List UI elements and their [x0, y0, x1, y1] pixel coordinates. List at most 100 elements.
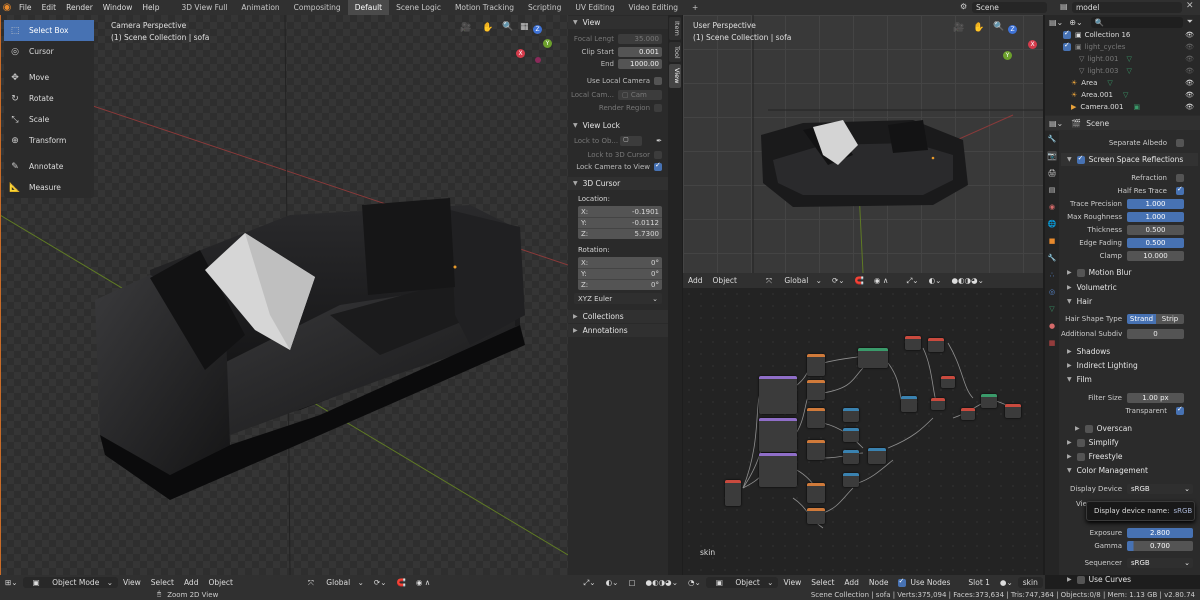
gizmo-toggle-icon[interactable]: ⤢⌄: [578, 578, 600, 588]
pivot-icon[interactable]: ⟳⌄: [827, 276, 850, 285]
gizmo-z-icon[interactable]: Z: [533, 25, 542, 34]
transparent-checkbox[interactable]: [1176, 405, 1184, 415]
annotations-header[interactable]: ▶ Annotations: [568, 324, 668, 337]
material-field[interactable]: skin: [1017, 577, 1043, 588]
use-local-camera-checkbox[interactable]: [654, 77, 662, 85]
snap-icon[interactable]: 🧲: [391, 578, 410, 587]
simplify-checkbox[interactable]: [1076, 438, 1085, 447]
rotation-x-field[interactable]: X: 0°: [578, 257, 662, 268]
outliner-item[interactable]: ▶ Camera.001 ▣ 👁: [1045, 101, 1200, 113]
film-header[interactable]: ▼ Film: [1061, 373, 1198, 386]
blender-logo-icon[interactable]: ◉: [0, 0, 14, 15]
tool-select-box[interactable]: ⬚ Select Box: [4, 20, 94, 41]
view-panel-header[interactable]: ▼ View: [568, 16, 668, 29]
indirect-lighting-header[interactable]: ▶ Indirect Lighting: [1061, 359, 1198, 372]
xray-icon[interactable]: ▢: [623, 578, 640, 587]
node-texture[interactable]: [759, 453, 797, 487]
pivot-icon[interactable]: ⟳⌄: [369, 578, 392, 587]
eye-icon[interactable]: 👁: [1185, 91, 1194, 99]
tool-cursor[interactable]: ◎ Cursor: [4, 41, 94, 62]
edge-fading-slider[interactable]: 0.500: [1127, 237, 1184, 248]
menu-object[interactable]: Object: [708, 276, 742, 285]
gizmo-x-icon[interactable]: X: [516, 49, 525, 58]
tool-scale[interactable]: ⤡ Scale: [4, 109, 94, 130]
outliner-search-input[interactable]: 🔍: [1090, 16, 1183, 28]
clip-end-field[interactable]: 1000.00: [618, 59, 662, 69]
slot-dropdown[interactable]: Slot 1: [963, 578, 995, 587]
funnel-filter-icon[interactable]: ⏷: [1187, 17, 1193, 27]
view-layer-selector[interactable]: model: [1072, 2, 1182, 13]
shading-modes-icon[interactable]: ●◐◑◕⌄: [946, 276, 988, 285]
freestyle-header[interactable]: ▶ Freestyle: [1061, 450, 1198, 463]
transform-orientation-dropdown[interactable]: ⤧ Global ⌄: [756, 276, 827, 286]
tool-transform[interactable]: ⊕ Transform: [4, 130, 94, 151]
menu-node[interactable]: Node: [864, 578, 894, 587]
tool-rotate[interactable]: ↻ Rotate: [4, 88, 94, 109]
transform-orientation-dropdown[interactable]: ⤧ Global ⌄: [298, 578, 369, 588]
node-mapping[interactable]: [807, 508, 825, 524]
rotation-y-field[interactable]: Y: 0°: [578, 268, 662, 279]
gizmo-x-icon[interactable]: X: [1028, 40, 1037, 49]
node-math[interactable]: [843, 473, 859, 487]
node-mix[interactable]: [941, 376, 955, 388]
menu-help[interactable]: Help: [137, 0, 164, 15]
3d-cursor-header[interactable]: ▼ 3D Cursor: [568, 177, 668, 190]
thickness-field[interactable]: 0.500: [1127, 224, 1184, 235]
node-math[interactable]: [843, 450, 859, 464]
tab-item[interactable]: Item: [669, 17, 681, 40]
editor-type-icon[interactable]: ⊞⌄: [0, 578, 23, 587]
motion-blur-header[interactable]: ▶ Motion Blur: [1061, 266, 1198, 279]
render-region-checkbox[interactable]: [654, 104, 662, 112]
workspace-tab[interactable]: Animation: [234, 0, 286, 15]
world-icon[interactable]: 🌐: [1047, 219, 1057, 229]
outliner-item[interactable]: ☀ Area ▽ 👁: [1045, 77, 1200, 89]
include-checkbox[interactable]: [1063, 29, 1071, 39]
tool-settings-icon[interactable]: 🔧: [1047, 134, 1057, 144]
location-x-field[interactable]: X: -0.1901: [578, 206, 662, 217]
workspace-tab[interactable]: Video Editing: [622, 0, 686, 15]
shadows-header[interactable]: ▶ Shadows: [1061, 345, 1198, 358]
gizmo-z-icon[interactable]: Z: [1008, 25, 1017, 34]
exposure-slider[interactable]: 2.800: [1127, 527, 1193, 538]
display-mode-icon[interactable]: ▤⌄: [1049, 18, 1063, 27]
outliner-item[interactable]: ▣light_cycles👁: [1045, 41, 1200, 53]
node-math[interactable]: [901, 396, 917, 412]
eye-icon[interactable]: 👁: [1185, 103, 1194, 111]
shading-modes-icon[interactable]: ●◐◑◕⌄: [641, 578, 683, 587]
menu-render[interactable]: Render: [61, 0, 98, 15]
physics-icon[interactable]: ◎: [1047, 287, 1057, 297]
refraction-checkbox[interactable]: [1176, 173, 1184, 182]
tab-tool[interactable]: Tool: [669, 41, 681, 63]
tab-view[interactable]: View: [669, 64, 681, 88]
node-material-output[interactable]: [1005, 404, 1021, 418]
use-curves-checkbox[interactable]: [1076, 575, 1085, 584]
strip-option[interactable]: Strip: [1156, 313, 1184, 324]
scene-selector[interactable]: Scene: [972, 2, 1047, 13]
lock-camera-checkbox[interactable]: [654, 161, 662, 171]
node-mapping[interactable]: [807, 483, 825, 503]
node-math[interactable]: [843, 428, 859, 442]
shader-type-dropdown[interactable]: ▣ Object ⌄: [705, 577, 779, 588]
overlay-toggle-icon[interactable]: ◐⌄: [601, 578, 624, 587]
separate-albedo-checkbox[interactable]: [1176, 138, 1184, 147]
menu-select[interactable]: Select: [146, 578, 179, 587]
object-icon[interactable]: ■: [1047, 236, 1057, 246]
node-texture[interactable]: [759, 376, 797, 414]
workspace-tab[interactable]: 3D View Full: [174, 0, 234, 15]
view-lock-header[interactable]: ▼ View Lock: [568, 119, 668, 132]
gamma-slider[interactable]: 0.700: [1127, 540, 1193, 551]
output-icon[interactable]: 🖨: [1047, 168, 1057, 178]
motion-blur-checkbox[interactable]: [1076, 268, 1085, 277]
eye-closed-icon[interactable]: 👁: [1185, 55, 1194, 63]
proportional-edit-icon[interactable]: ◉ ∧: [411, 578, 435, 587]
location-y-field[interactable]: Y: -0.0112: [578, 217, 662, 228]
additional-subdiv-field[interactable]: 0: [1127, 328, 1184, 339]
hair-header[interactable]: ▼ Hair: [1061, 295, 1198, 308]
local-camera-field[interactable]: ▢ Cam: [618, 90, 662, 100]
render-settings-icon[interactable]: 📷: [1047, 151, 1057, 161]
menu-view[interactable]: View: [778, 578, 806, 587]
node-principled[interactable]: [981, 394, 997, 408]
overlay-toggle-icon[interactable]: ◐⌄: [924, 276, 947, 285]
rotation-mode-dropdown[interactable]: XYZ Euler ⌄: [574, 293, 662, 304]
half-res-checkbox[interactable]: [1176, 185, 1184, 195]
